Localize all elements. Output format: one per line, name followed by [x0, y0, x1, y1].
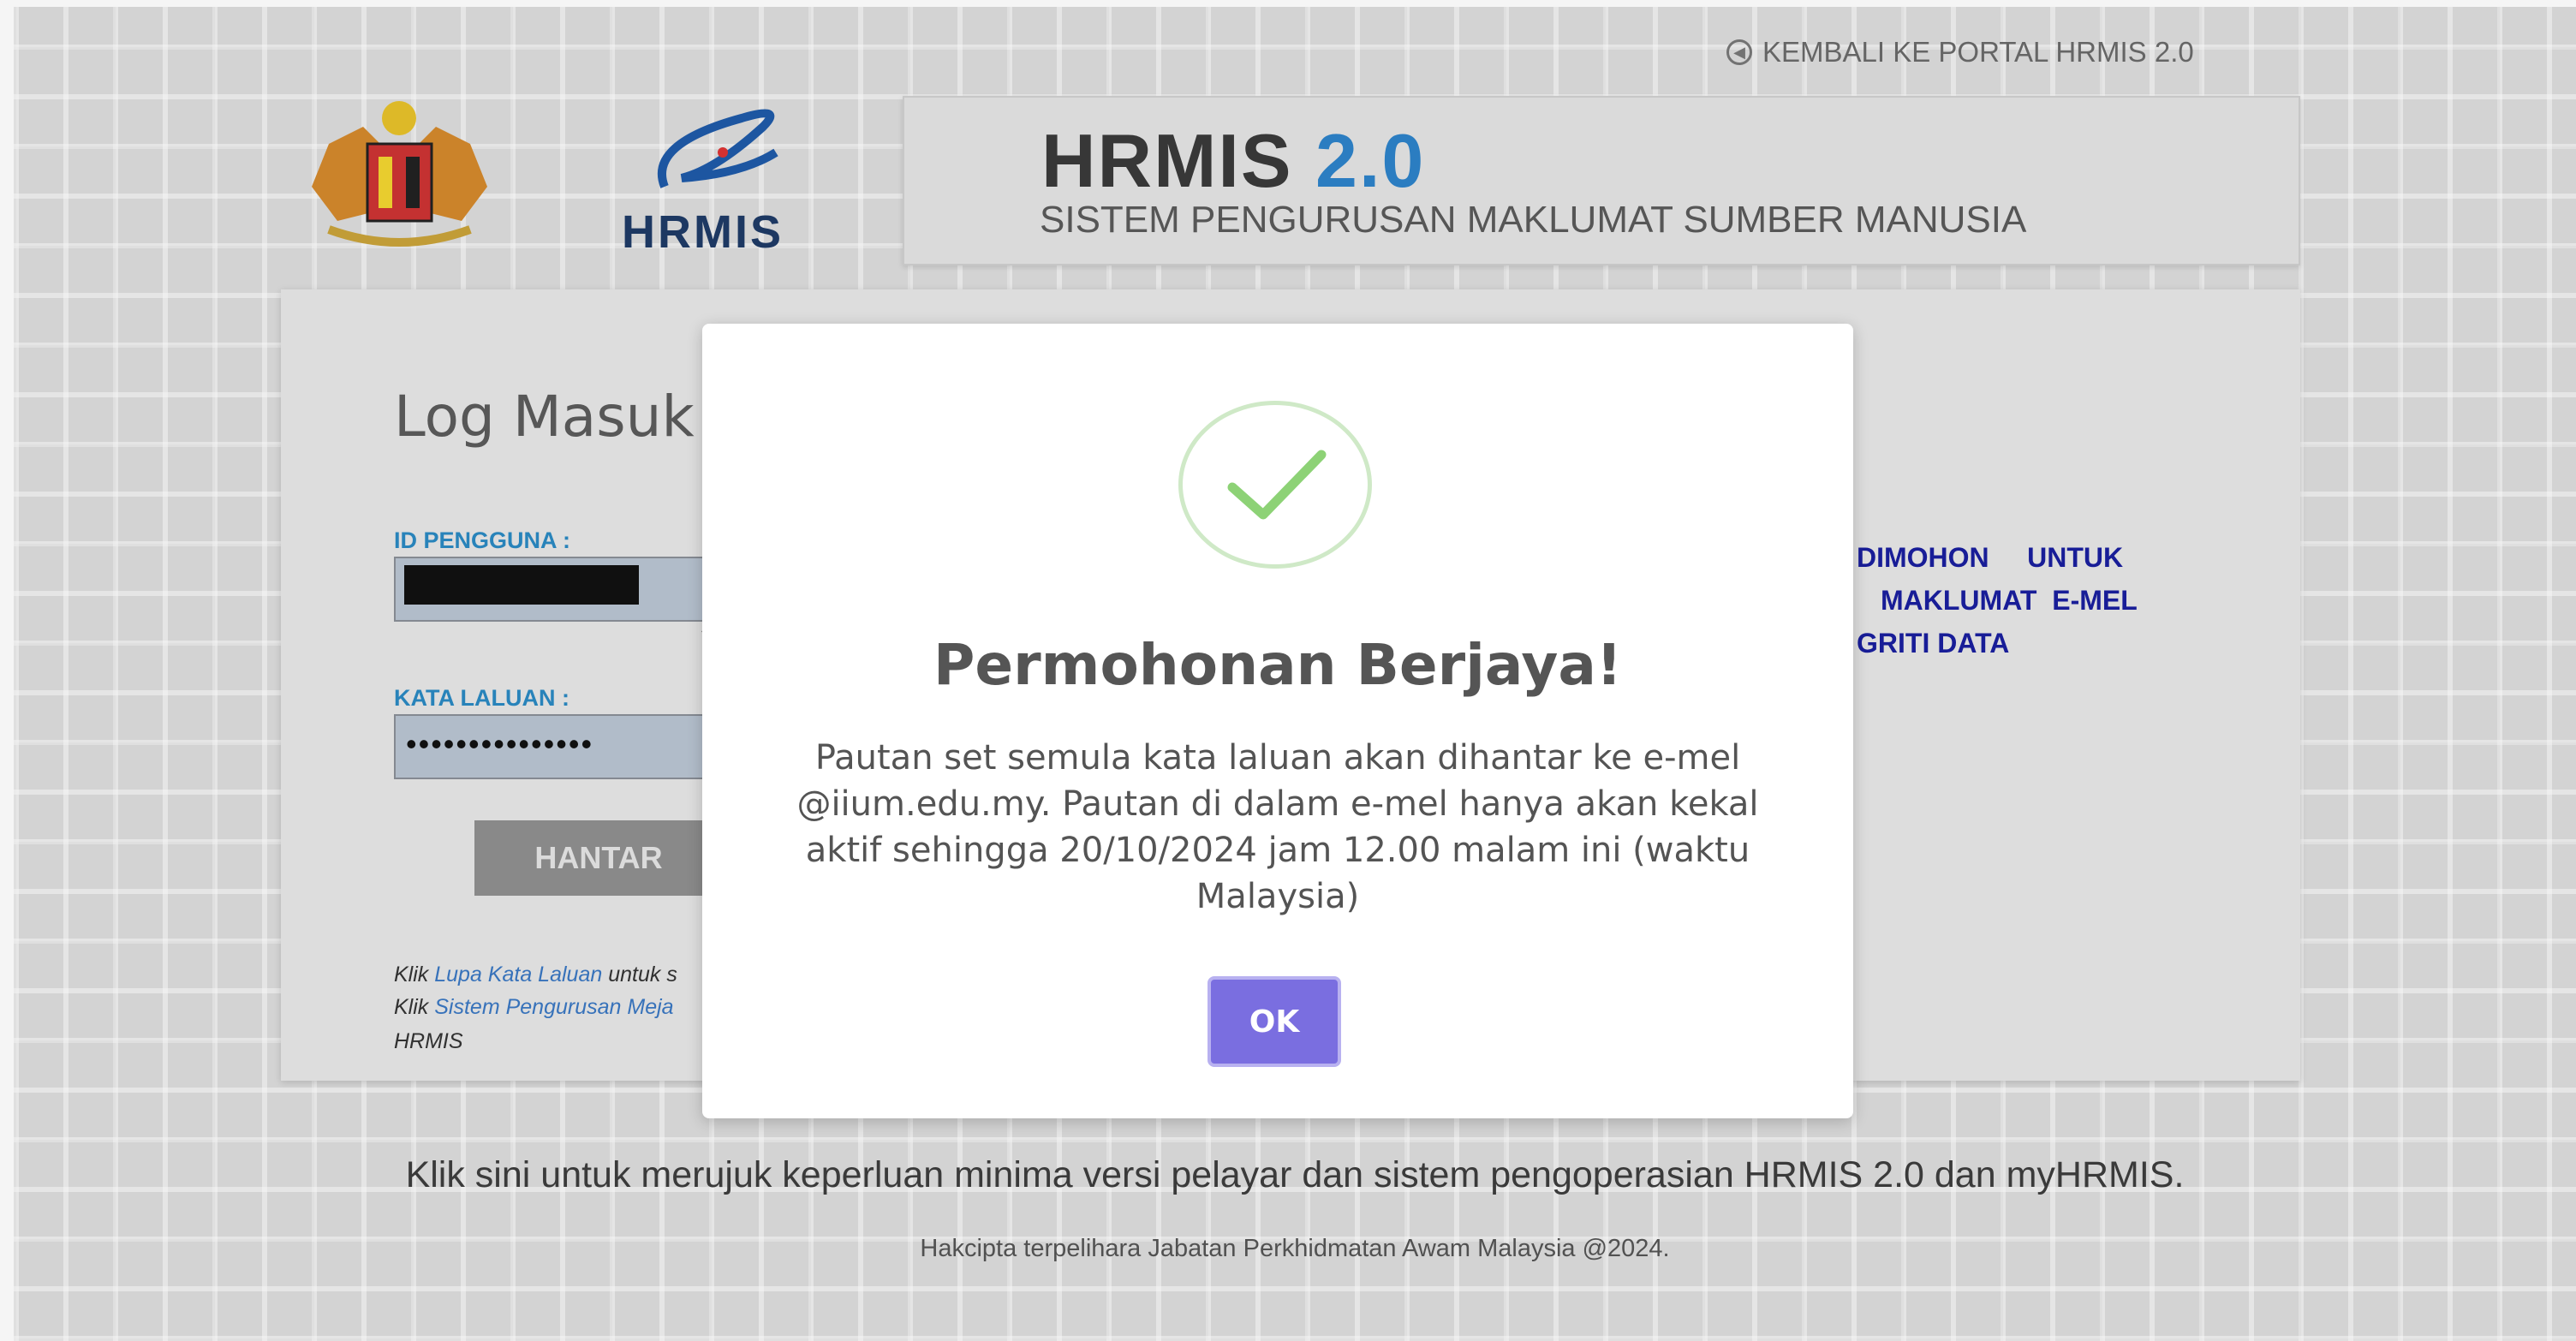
success-dialog: Permohonan Berjaya! Pautan set semula ka… — [702, 324, 1853, 1118]
checkmark-icon — [1227, 450, 1327, 520]
dialog-message: Pautan set semula kata laluan akan dihan… — [796, 738, 1759, 916]
success-check-icon — [1178, 401, 1372, 569]
ok-button[interactable]: OK — [1208, 976, 1341, 1067]
dialog-title: Permohonan Berjaya! — [933, 632, 1623, 698]
